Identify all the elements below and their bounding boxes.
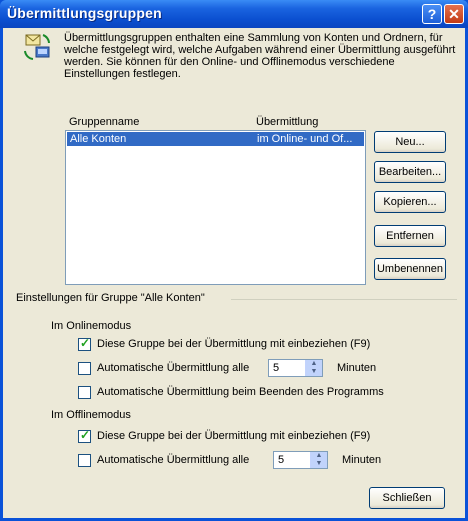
online-auto-label: Automatische Übermittlung alle <box>97 362 250 374</box>
online-minutes-spinner[interactable]: 5 ▲ ▼ <box>268 359 323 377</box>
list-item-name: Alle Konten <box>70 133 127 145</box>
spinner-arrows: ▲ ▼ <box>310 452 327 468</box>
offline-auto-label: Automatische Übermittlung alle <box>97 454 250 466</box>
offline-auto-checkbox[interactable] <box>78 454 91 467</box>
list-item[interactable]: Alle Konten im Online- und Of... <box>67 132 364 146</box>
dialog-window: Übermittlungsgruppen ? ✕ Übermittlungsgr… <box>0 0 468 521</box>
checkmark-icon: ✓ <box>80 336 91 350</box>
spinner-down-icon[interactable]: ▼ <box>311 460 327 468</box>
online-on-exit-label: Automatische Übermittlung beim Beenden d… <box>97 386 384 398</box>
send-receive-icon <box>24 34 50 60</box>
close-dialog-button[interactable]: Schließen <box>369 487 445 509</box>
spinner-arrows: ▲ ▼ <box>305 360 322 376</box>
spinner-down-icon[interactable]: ▼ <box>306 368 322 376</box>
offline-minutes-spinner[interactable]: 5 ▲ ▼ <box>273 451 328 469</box>
offline-minutes-value: 5 <box>278 454 285 466</box>
offline-heading: Im Offlinemodus <box>51 409 131 421</box>
settings-group-title: Einstellungen für Gruppe "Alle Konten" <box>16 292 205 304</box>
offline-minutes-label: Minuten <box>342 454 382 466</box>
offline-include-checkbox[interactable]: ✓ <box>78 428 91 443</box>
remove-button[interactable]: Entfernen <box>374 225 446 247</box>
new-button[interactable]: Neu... <box>374 131 446 153</box>
edit-button[interactable]: Bearbeiten... <box>374 161 446 183</box>
spinner-up-icon[interactable]: ▲ <box>306 360 322 368</box>
group-divider <box>231 299 457 300</box>
online-include-checkbox[interactable]: ✓ <box>78 336 91 351</box>
close-icon[interactable]: ✕ <box>444 4 464 24</box>
title-bar: Übermittlungsgruppen ? ✕ <box>0 0 468 28</box>
list-item-sync: im Online- und Of... <box>257 133 353 145</box>
spinner-up-icon[interactable]: ▲ <box>311 452 327 460</box>
window-title: Übermittlungsgruppen <box>7 5 162 21</box>
groups-listbox[interactable]: Alle Konten im Online- und Of... <box>65 130 366 285</box>
checkmark-icon: ✓ <box>80 428 91 442</box>
copy-button[interactable]: Kopieren... <box>374 191 446 213</box>
online-auto-checkbox[interactable] <box>78 362 91 375</box>
column-header-sync[interactable]: Übermittlung <box>256 116 318 128</box>
column-header-group-name[interactable]: Gruppenname <box>69 116 139 128</box>
offline-include-label: Diese Gruppe bei der Übermittlung mit ei… <box>97 430 371 442</box>
dialog-client-area: Übermittlungsgruppen enthalten eine Samm… <box>3 28 465 518</box>
help-button[interactable]: ? <box>422 4 442 24</box>
online-minutes-value: 5 <box>273 362 280 374</box>
online-on-exit-checkbox[interactable] <box>78 386 91 399</box>
online-include-label: Diese Gruppe bei der Übermittlung mit ei… <box>97 338 371 350</box>
intro-text: Übermittlungsgruppen enthalten eine Samm… <box>64 32 456 80</box>
online-minutes-label: Minuten <box>337 362 377 374</box>
online-heading: Im Onlinemodus <box>51 320 132 332</box>
rename-button[interactable]: Umbenennen <box>374 258 446 280</box>
